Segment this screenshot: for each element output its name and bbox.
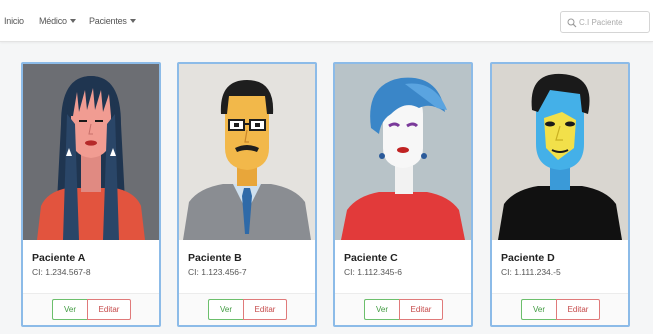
nav-item-inicio[interactable]: Inicio [4, 16, 24, 26]
view-button[interactable]: Ver [521, 299, 556, 320]
patient-name: Paciente B [188, 252, 242, 264]
patient-b-avatar-illustration [179, 64, 315, 240]
search-icon [567, 18, 577, 28]
patient-ci: CI: 1.112.345-6 [344, 267, 402, 277]
patient-card: Paciente B CI: 1.123.456-7 Ver Editar [177, 62, 317, 327]
patient-ci: CI: 1.123.456-7 [188, 267, 247, 277]
patient-a-avatar-illustration [23, 64, 159, 240]
nav-item-medico[interactable]: Médico [39, 16, 76, 26]
nav-item-label: Médico [39, 16, 67, 26]
caret-down-icon [129, 19, 136, 23]
avatar [179, 64, 315, 240]
card-actions: Ver Editar [492, 294, 628, 325]
caret-down-icon [69, 19, 76, 23]
patient-ci: CI: 1.111.234.-5 [501, 267, 561, 277]
patient-name: Paciente D [501, 252, 555, 264]
edit-button[interactable]: Editar [243, 299, 287, 320]
card-actions: Ver Editar [179, 294, 315, 325]
patient-info: Paciente B CI: 1.123.456-7 [179, 240, 315, 294]
edit-button[interactable]: Editar [556, 299, 600, 320]
avatar [335, 64, 471, 240]
patient-card: Paciente D CI: 1.111.234.-5 Ver Editar [490, 62, 630, 327]
top-navbar: Inicio Médico Pacientes [0, 0, 653, 42]
patient-name: Paciente C [344, 252, 398, 264]
patient-d-avatar-illustration [492, 64, 628, 240]
nav-item-label: Inicio [4, 16, 24, 26]
card-actions: Ver Editar [23, 294, 159, 325]
edit-button[interactable]: Editar [399, 299, 443, 320]
patient-search-box [560, 11, 650, 33]
patient-ci-search-input[interactable] [579, 15, 649, 30]
nav-item-pacientes[interactable]: Pacientes [89, 16, 136, 26]
view-button[interactable]: Ver [208, 299, 243, 320]
patient-info: Paciente C CI: 1.112.345-6 [335, 240, 471, 294]
nav-item-label: Pacientes [89, 16, 127, 26]
patient-info: Paciente A CI: 1.234.567-8 [23, 240, 159, 294]
edit-button[interactable]: Editar [87, 299, 131, 320]
patient-info: Paciente D CI: 1.111.234.-5 [492, 240, 628, 294]
avatar [492, 64, 628, 240]
patient-c-avatar-illustration [335, 64, 471, 240]
patient-name: Paciente A [32, 252, 86, 264]
patient-card: Paciente A CI: 1.234.567-8 Ver Editar [21, 62, 161, 327]
patient-ci: CI: 1.234.567-8 [32, 267, 91, 277]
avatar [23, 64, 159, 240]
view-button[interactable]: Ver [52, 299, 87, 320]
card-actions: Ver Editar [335, 294, 471, 325]
patient-card: Paciente C CI: 1.112.345-6 Ver Editar [333, 62, 473, 327]
view-button[interactable]: Ver [364, 299, 399, 320]
